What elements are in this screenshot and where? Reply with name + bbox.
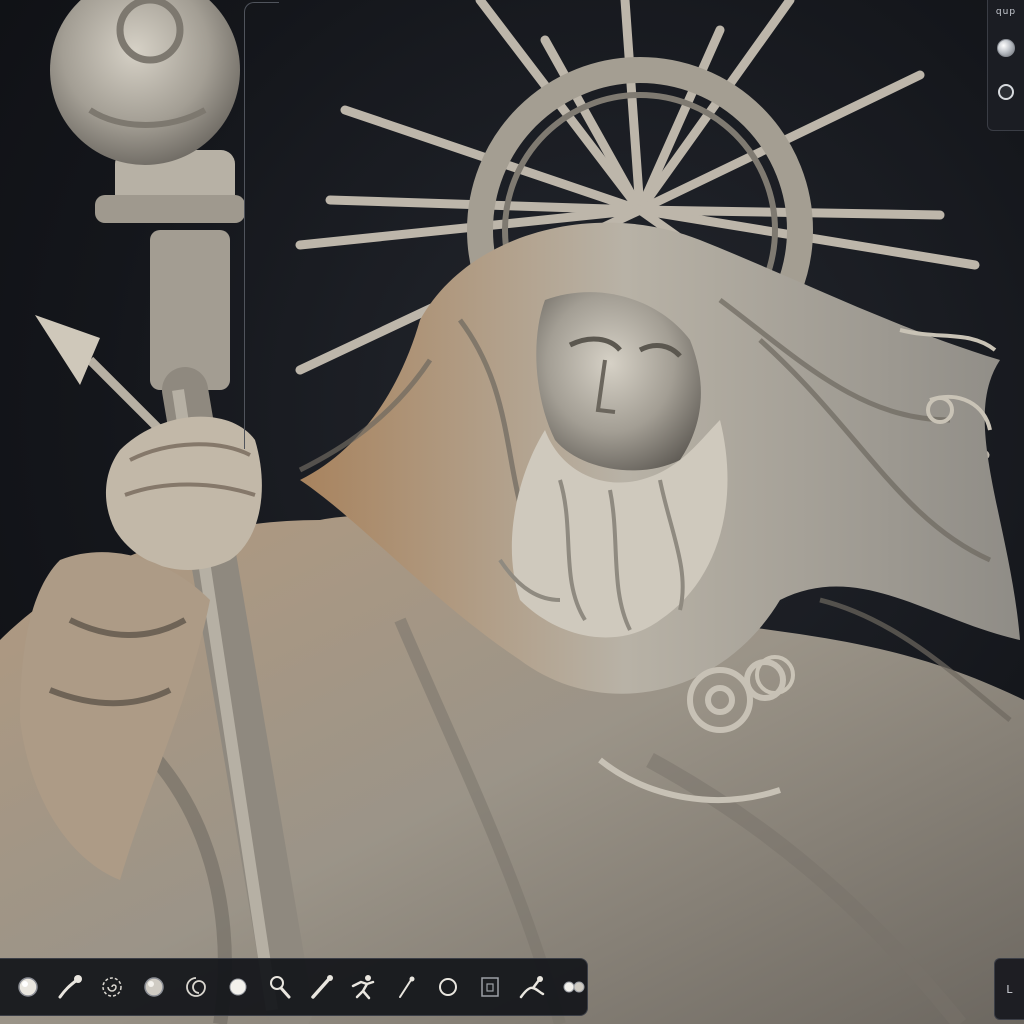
pin-brush-icon: [399, 976, 415, 998]
sphere-brush-icon: [18, 977, 38, 997]
sculpture-render: [0, 0, 1024, 1024]
circle-outline-icon: [439, 978, 457, 996]
figure-pose-button[interactable]: [346, 967, 382, 1007]
smooth-sphere-icon: [144, 977, 164, 997]
circle-outline-button[interactable]: [430, 967, 466, 1007]
pen-brush-button[interactable]: [304, 967, 340, 1007]
magnify-brush-button[interactable]: [262, 967, 298, 1007]
right-tool-panel: qup: [987, 0, 1024, 131]
pen-brush-icon: [311, 975, 333, 999]
sphere-icon: [997, 39, 1015, 57]
snake-hook-button[interactable]: [514, 967, 550, 1007]
ring-button[interactable]: [988, 78, 1024, 106]
brush-toolbar: [0, 958, 588, 1016]
corner-toggle-button[interactable]: L: [994, 958, 1024, 1020]
smooth-sphere-button[interactable]: [136, 967, 172, 1007]
sphere-brush-button[interactable]: [10, 967, 46, 1007]
double-sphere-icon: [563, 981, 585, 993]
ring-icon: [998, 84, 1014, 100]
swirl-brush-icon: [186, 977, 206, 997]
spiral-brush-button[interactable]: [94, 967, 130, 1007]
magnify-brush-icon: [270, 976, 291, 999]
corner-button-label: L: [1006, 982, 1013, 996]
snake-hook-icon: [519, 976, 545, 999]
move-brush-icon: [58, 975, 82, 999]
pin-brush-button[interactable]: [388, 967, 424, 1007]
move-brush-button[interactable]: [52, 967, 88, 1007]
spiral-brush-icon: [102, 977, 122, 997]
sculpt-viewport[interactable]: [0, 0, 1024, 1024]
right-panel-label: qup: [995, 7, 1017, 17]
double-sphere-button[interactable]: [556, 967, 592, 1007]
swirl-brush-button[interactable]: [178, 967, 214, 1007]
layer-square-button[interactable]: [472, 967, 508, 1007]
inflate-sphere-button[interactable]: [220, 967, 256, 1007]
inflate-sphere-icon: [229, 978, 247, 996]
figure-pose-icon: [351, 975, 375, 1000]
sphere-button[interactable]: [988, 34, 1024, 62]
layer-square-icon: [481, 977, 499, 997]
